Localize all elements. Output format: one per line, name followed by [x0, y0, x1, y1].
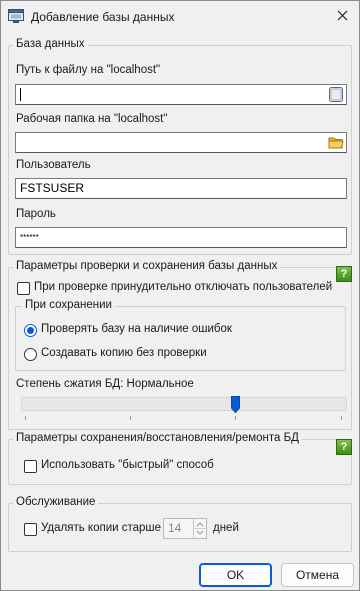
path-label: Путь к файлу на "localhost": [16, 64, 161, 76]
slider-tick: [235, 416, 236, 420]
window-title: Добавление базы данных: [31, 10, 175, 24]
close-icon: [337, 10, 348, 24]
slider-tick: [130, 416, 131, 420]
compression-slider-track[interactable]: [21, 397, 347, 411]
check-errors-radio[interactable]: [24, 324, 37, 337]
user-input[interactable]: FSTSUSER: [15, 178, 347, 199]
fast-method-checkbox[interactable]: [24, 460, 37, 473]
cancel-button[interactable]: Отмена: [281, 563, 354, 587]
on-save-group-legend: При сохранении: [22, 299, 115, 311]
slider-tick: [341, 416, 342, 420]
file-browse-icon[interactable]: [328, 87, 344, 102]
slider-tick: [25, 416, 26, 420]
force-disconnect-checkbox[interactable]: [17, 282, 30, 295]
text-caret: [20, 88, 21, 102]
help-icon[interactable]: ?: [336, 439, 352, 455]
add-database-dialog: Добавление базы данных База данных Путь …: [0, 0, 360, 591]
compression-slider-thumb[interactable]: [231, 396, 240, 414]
close-button[interactable]: [329, 5, 355, 29]
workdir-label: Рабочая папка на "localhost": [16, 113, 168, 125]
user-label: Пользователь: [16, 159, 91, 171]
password-label: Пароль: [16, 208, 56, 220]
help-icon[interactable]: ?: [336, 266, 352, 282]
check-save-group-legend: Параметры проверки и сохранения базы дан…: [13, 260, 281, 272]
days-stepper[interactable]: 14: [163, 518, 207, 539]
ok-button[interactable]: OK: [199, 563, 272, 587]
copy-no-check-radio[interactable]: [24, 348, 37, 361]
delete-copies-label[interactable]: Удалять копии старше: [41, 522, 161, 534]
folder-icon[interactable]: [328, 135, 344, 150]
path-input[interactable]: [15, 84, 347, 105]
days-unit-label: дней: [213, 522, 239, 534]
compression-label: Степень сжатия БД: Нормальное: [16, 378, 194, 390]
on-save-group: При сохранении: [15, 299, 346, 371]
password-input[interactable]: ******: [15, 227, 347, 248]
days-stepper-buttons[interactable]: [193, 519, 206, 538]
workdir-input[interactable]: [15, 132, 347, 153]
database-window-icon: [8, 8, 24, 24]
database-group-legend: База данных: [13, 38, 88, 50]
delete-copies-checkbox[interactable]: [24, 523, 37, 536]
maintenance-group-legend: Обслуживание: [13, 496, 99, 508]
force-disconnect-label[interactable]: При проверке принудительно отключать пол…: [34, 281, 332, 293]
copy-no-check-label[interactable]: Создавать копию без проверки: [41, 347, 207, 359]
title-bar: Добавление базы данных: [1, 1, 359, 33]
days-value: 14: [168, 521, 182, 535]
check-errors-label[interactable]: Проверять базу на наличие ошибок: [41, 323, 232, 335]
fast-method-label[interactable]: Использовать "быстрый" способ: [41, 459, 214, 471]
restore-group-legend: Параметры сохранения/восстановления/ремо…: [13, 432, 302, 444]
